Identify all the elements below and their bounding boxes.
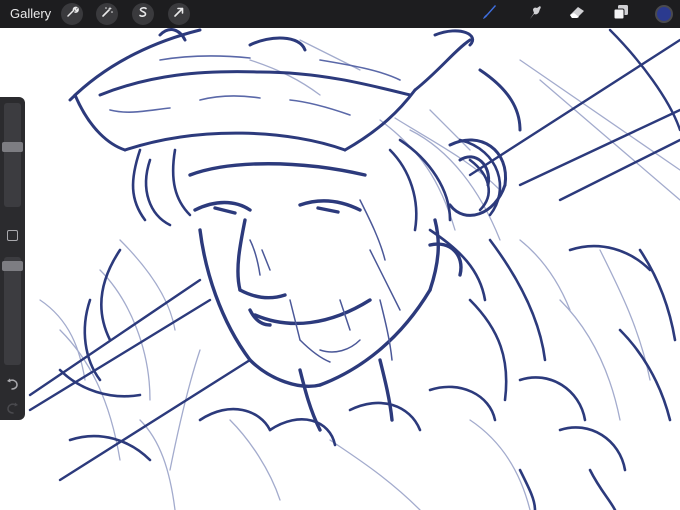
selection-s-icon — [136, 5, 150, 24]
redo-arrow-icon — [7, 402, 18, 414]
drawing-canvas[interactable] — [0, 0, 680, 510]
arrow-cursor-icon — [172, 5, 186, 24]
color-picker-swatch[interactable] — [655, 5, 673, 23]
layers-icon — [611, 2, 631, 27]
wrench-icon — [65, 5, 79, 24]
brush-tool-button[interactable] — [479, 4, 499, 24]
brush-icon — [479, 2, 499, 27]
actions-button[interactable] — [61, 3, 83, 25]
opacity-slider[interactable] — [2, 257, 23, 365]
top-toolbar: Gallery — [0, 0, 680, 28]
brush-size-slider[interactable] — [2, 103, 23, 207]
selection-button[interactable] — [132, 3, 154, 25]
undo-button[interactable] — [5, 377, 20, 391]
smudge-finger-icon — [525, 2, 545, 27]
eraser-icon — [567, 2, 587, 27]
redo-button[interactable] — [5, 401, 20, 415]
transform-button[interactable] — [168, 3, 190, 25]
layers-button[interactable] — [611, 4, 631, 24]
opacity-slider-handle[interactable] — [2, 261, 23, 271]
adjustments-button[interactable] — [96, 3, 118, 25]
eraser-tool-button[interactable] — [567, 4, 587, 24]
gallery-button[interactable]: Gallery — [10, 6, 51, 22]
modify-button[interactable] — [7, 230, 18, 241]
smudge-tool-button[interactable] — [525, 4, 545, 24]
undo-arrow-icon — [7, 378, 18, 390]
magic-wand-icon — [100, 5, 114, 24]
left-sidebar — [0, 97, 25, 420]
brush-size-slider-handle[interactable] — [2, 142, 23, 152]
